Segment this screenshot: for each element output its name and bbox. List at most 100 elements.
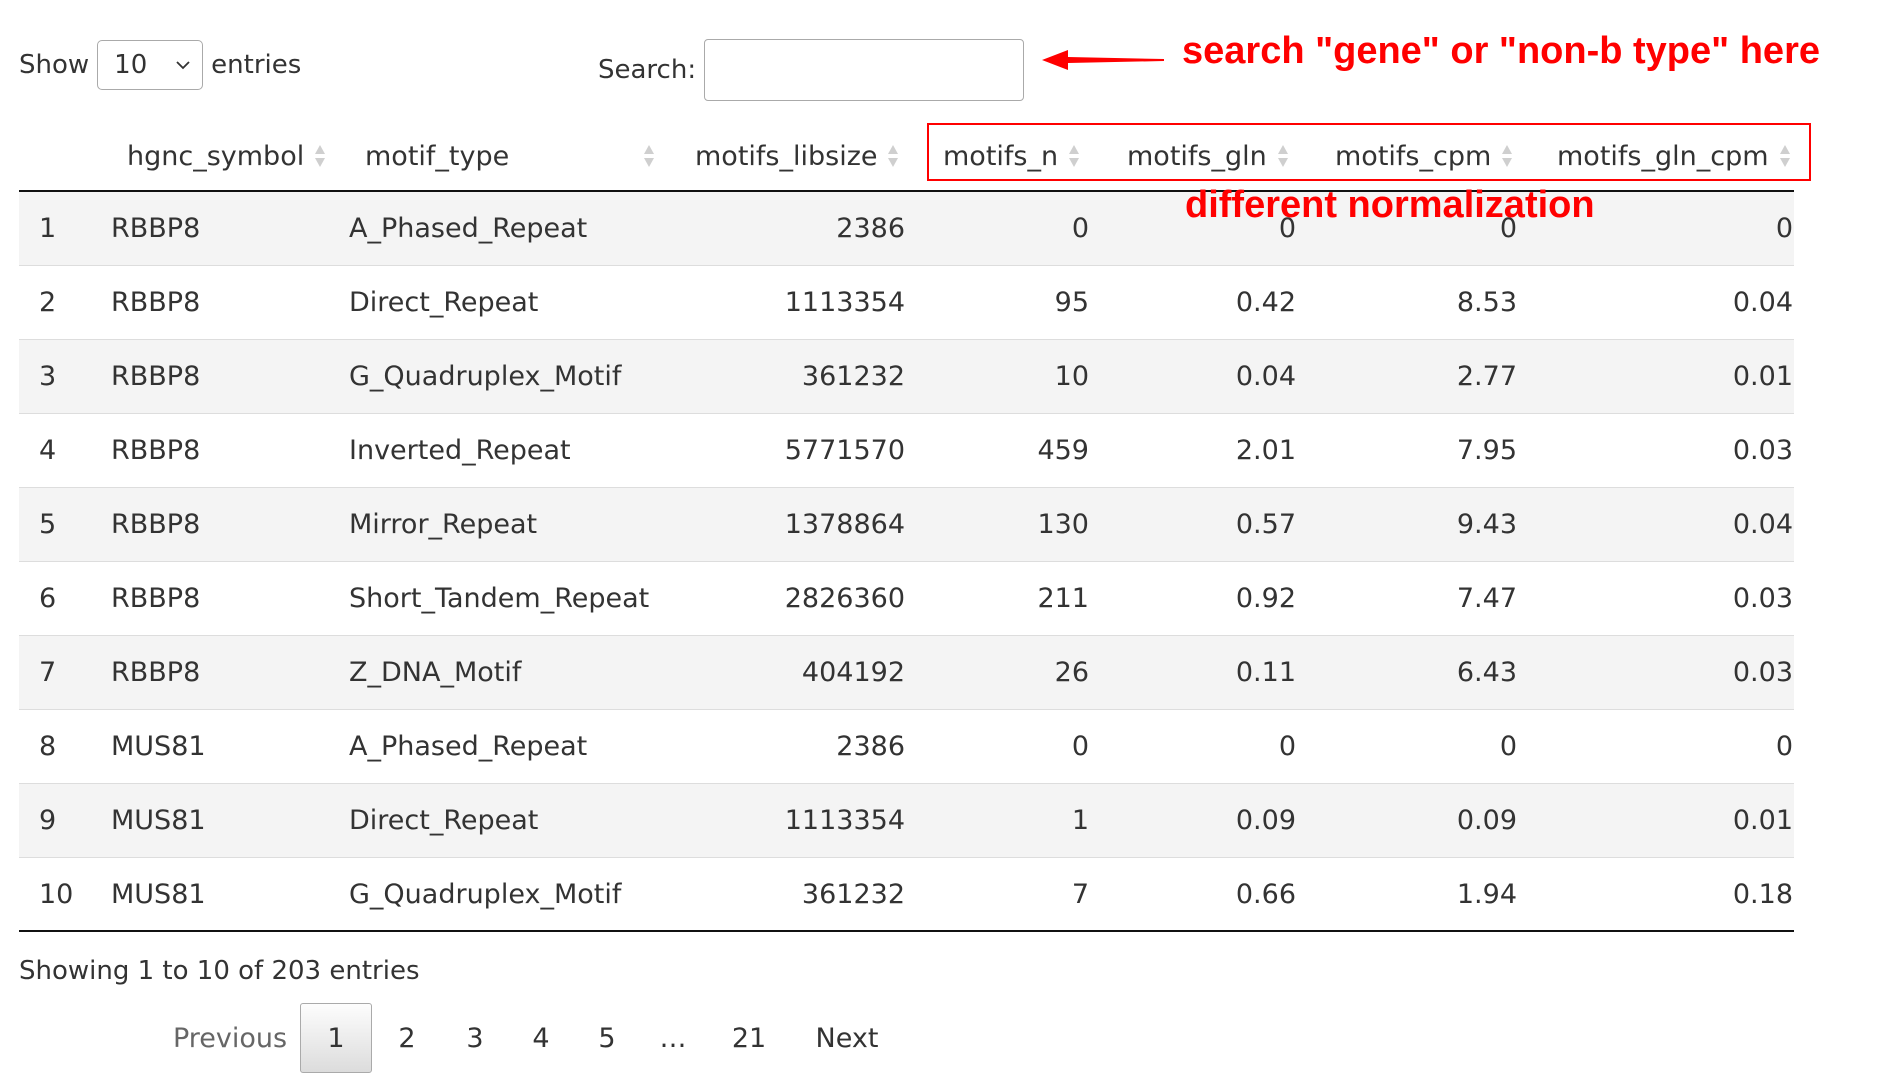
cell-motifs-gln-cpm: 0.18 [1732, 879, 1793, 910]
cell-motifs-n: 0 [1071, 213, 1089, 244]
cell-motifs-gln: 0.42 [1235, 287, 1296, 318]
cell-motifs-gln: 0.11 [1235, 657, 1296, 688]
entries-select[interactable]: 10 [97, 40, 204, 90]
table-row[interactable]: 3 RBBP8 G_Quadruplex_Motif 361232 10 0.04 2.77… [19, 340, 1794, 414]
cell-motifs-libsize: 361232 [801, 361, 905, 392]
cell-motifs-libsize: 2386 [836, 213, 905, 244]
column-header-motifs-libsize[interactable]: motifs_libsize [695, 122, 899, 190]
column-header-hgnc-symbol[interactable]: hgnc_symbol [127, 122, 326, 190]
cell-row-index: 6 [39, 583, 57, 614]
cell-motifs-n: 7 [1071, 879, 1089, 910]
page-button-3[interactable]: 3 [442, 1003, 508, 1073]
table-row[interactable]: 2 RBBP8 Direct_Repeat 1113354 95 0.42 8.53 0.04 [19, 266, 1794, 340]
cell-row-index: 7 [39, 657, 57, 688]
column-header-label: motif_type [365, 140, 510, 172]
table-row[interactable]: 6 RBBP8 Short_Tandem_Repeat 2826360 211 0.92 7… [19, 562, 1794, 636]
cell-hgnc-symbol: RBBP8 [111, 287, 201, 318]
page-button-4[interactable]: 4 [508, 1003, 574, 1073]
cell-row-index: 9 [39, 805, 57, 836]
cell-hgnc-symbol: RBBP8 [111, 435, 201, 466]
cell-row-index: 2 [39, 287, 57, 318]
column-header-label: motifs_n [943, 140, 1059, 172]
column-header-motifs-n[interactable]: motifs_n [943, 122, 1080, 190]
cell-row-index: 5 [39, 509, 57, 540]
column-header-motif-type[interactable]: motif_type [365, 122, 654, 190]
search-annotation: search "gene" or "non-b type" here [1182, 30, 1820, 72]
cell-motifs-gln-cpm: 0.03 [1732, 435, 1793, 466]
search-input[interactable] [704, 39, 1025, 101]
cell-row-index: 3 [39, 361, 57, 392]
previous-page-button[interactable]: Previous [160, 1003, 300, 1073]
cell-motifs-n: 26 [1054, 657, 1089, 688]
table-row[interactable]: 9 MUS81 Direct_Repeat 1113354 1 0.09 0.09 0.01 [19, 784, 1794, 858]
column-header-label: motifs_libsize [695, 140, 878, 172]
cell-motifs-cpm: 0.09 [1456, 805, 1517, 836]
sort-both-icon [888, 145, 899, 167]
cell-motifs-cpm: 1.94 [1456, 879, 1517, 910]
table-info: Showing 1 to 10 of 203 entries [19, 956, 420, 986]
table-header: hgnc_symbol motif_type motifs_libsize motif… [19, 122, 1794, 192]
cell-motif-type: Z_DNA_Motif [349, 657, 522, 688]
cell-hgnc-symbol: RBBP8 [111, 509, 201, 540]
sort-both-icon [1502, 145, 1513, 167]
cell-motif-type: Inverted_Repeat [349, 435, 571, 466]
page-button-1[interactable]: 1 [300, 1003, 372, 1073]
chevron-down-icon [176, 61, 190, 70]
cell-motifs-n: 95 [1054, 287, 1089, 318]
cell-motifs-cpm: 2.77 [1456, 361, 1517, 392]
page-button-5[interactable]: 5 [574, 1003, 640, 1073]
cell-motifs-n: 130 [1037, 509, 1089, 540]
cell-motifs-gln: 0.57 [1235, 509, 1296, 540]
table-row[interactable]: 7 RBBP8 Z_DNA_Motif 404192 26 0.11 6.43 0.03 [19, 636, 1794, 710]
cell-motifs-gln-cpm: 0.03 [1732, 657, 1793, 688]
sort-both-icon [315, 145, 326, 167]
cell-motifs-libsize: 2386 [836, 731, 905, 762]
search-label: Search: [598, 55, 697, 85]
cell-motif-type: G_Quadruplex_Motif [349, 361, 622, 392]
cell-motifs-cpm: 7.47 [1456, 583, 1517, 614]
entries-label: entries [211, 50, 302, 80]
pagination-ellipsis: … [659, 1022, 687, 1054]
column-header-motifs-cpm[interactable]: motifs_cpm [1335, 122, 1513, 190]
cell-motifs-gln-cpm: 0.04 [1732, 287, 1793, 318]
cell-motifs-cpm: 8.53 [1456, 287, 1517, 318]
cell-motifs-cpm: 9.43 [1456, 509, 1517, 540]
cell-row-index: 8 [39, 731, 57, 762]
page-button-21[interactable]: 21 [706, 1003, 792, 1073]
cell-motifs-cpm: 7.95 [1456, 435, 1517, 466]
cell-motif-type: A_Phased_Repeat [349, 731, 588, 762]
cell-motifs-gln: 2.01 [1235, 435, 1296, 466]
table-row[interactable]: 5 RBBP8 Mirror_Repeat 1378864 130 0.57 9.43 0.0… [19, 488, 1794, 562]
table-row[interactable]: 8 MUS81 A_Phased_Repeat 2386 0 0 0 0 [19, 710, 1794, 784]
cell-motifs-gln-cpm: 0 [1775, 731, 1793, 762]
cell-motifs-libsize: 5771570 [784, 435, 905, 466]
table-row[interactable]: 10 MUS81 G_Quadruplex_Motif 361232 7 0.66 1.94… [19, 858, 1794, 932]
cell-motifs-libsize: 361232 [801, 879, 905, 910]
sort-both-icon [1069, 145, 1080, 167]
column-header-motifs-gln-cpm[interactable]: motifs_gln_cpm [1557, 122, 1791, 190]
cell-motifs-gln-cpm: 0.01 [1732, 361, 1793, 392]
cell-motifs-libsize: 1113354 [784, 287, 905, 318]
cell-motifs-gln-cpm: 0 [1775, 213, 1793, 244]
table-row[interactable]: 4 RBBP8 Inverted_Repeat 5771570 459 2.01 7.95 0… [19, 414, 1794, 488]
cell-hgnc-symbol: RBBP8 [111, 657, 201, 688]
table-body: 1 RBBP8 A_Phased_Repeat 2386 0 0 0 0 2 RBBP8 Direc… [19, 192, 1794, 932]
cell-motifs-n: 211 [1037, 583, 1089, 614]
entries-select-value: 10 [114, 50, 148, 80]
page-button-2[interactable]: 2 [372, 1003, 442, 1073]
data-table: hgnc_symbol motif_type motifs_libsize motif… [19, 122, 1794, 932]
cell-motif-type: Direct_Repeat [349, 805, 539, 836]
cell-motifs-gln: 0.09 [1235, 805, 1296, 836]
column-header-motifs-gln[interactable]: motifs_gln [1127, 122, 1289, 190]
cell-motifs-gln: 0.92 [1235, 583, 1296, 614]
column-header-label: motifs_gln [1127, 140, 1267, 172]
cell-row-index: 10 [39, 879, 74, 910]
next-page-button[interactable]: Next [792, 1003, 902, 1073]
cell-motifs-cpm: 6.43 [1456, 657, 1517, 688]
cell-motifs-libsize: 1113354 [784, 805, 905, 836]
cell-motif-type: Short_Tandem_Repeat [349, 583, 650, 614]
cell-hgnc-symbol: MUS81 [111, 879, 206, 910]
cell-motifs-gln: 0 [1278, 731, 1296, 762]
cell-motifs-gln: 0.04 [1235, 361, 1296, 392]
cell-row-index: 1 [39, 213, 57, 244]
